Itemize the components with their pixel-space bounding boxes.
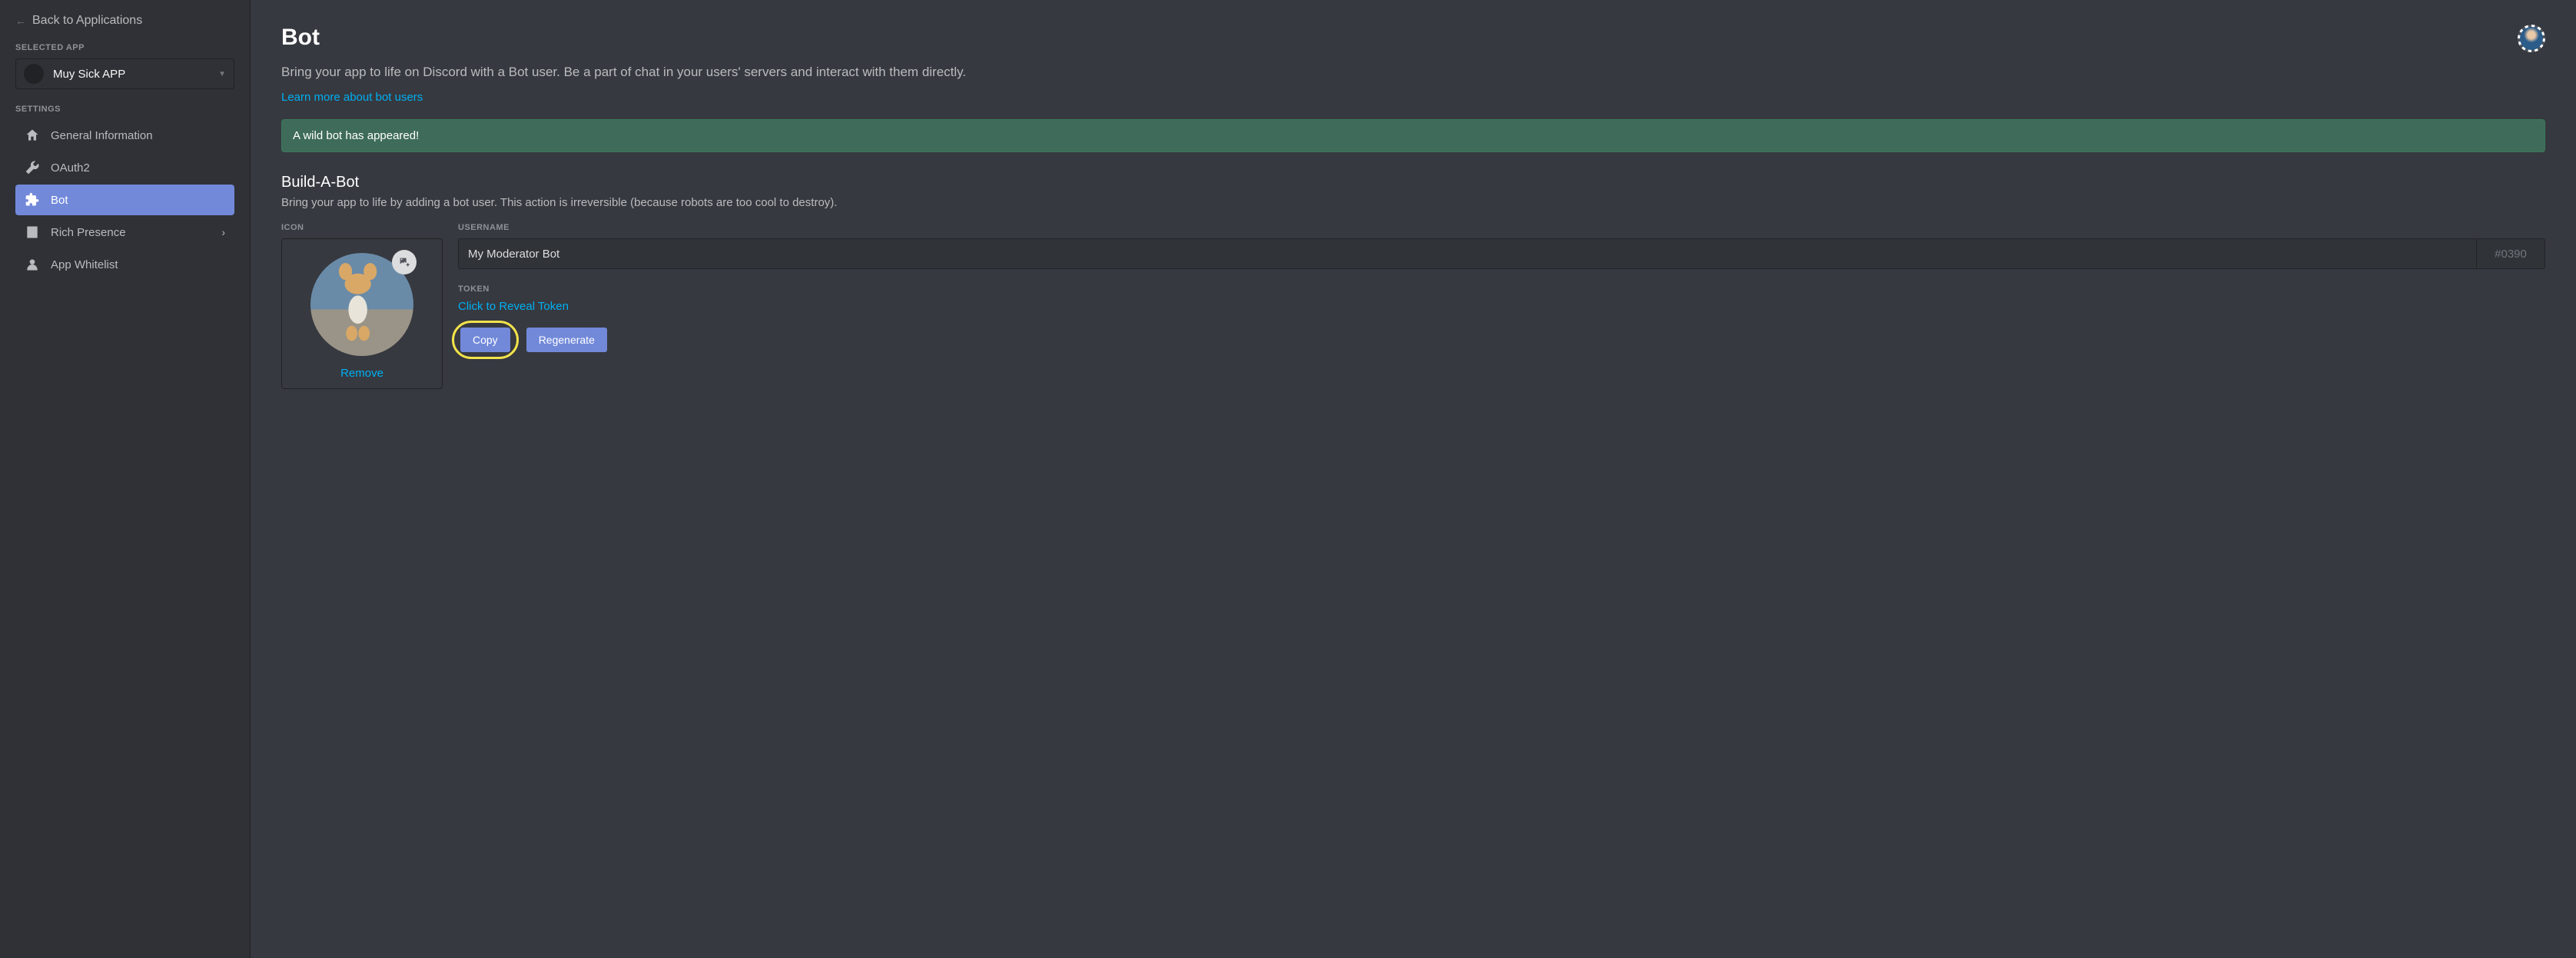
copy-button-highlight: Copy xyxy=(452,321,519,359)
back-label: Back to Applications xyxy=(32,14,142,28)
wrench-icon xyxy=(25,160,40,175)
home-icon xyxy=(25,128,40,143)
person-icon xyxy=(25,257,40,272)
upload-image-icon xyxy=(398,256,410,268)
nav-label: General Information xyxy=(51,129,225,142)
discriminator-display: #0390 xyxy=(2476,238,2545,269)
app-avatar-icon xyxy=(24,64,44,84)
arrow-left-icon: ← xyxy=(15,15,26,27)
copy-token-button[interactable]: Copy xyxy=(460,328,510,352)
build-a-bot-description: Bring your app to life by adding a bot u… xyxy=(281,196,2545,209)
page-title: Bot xyxy=(281,25,320,51)
user-avatar[interactable] xyxy=(2518,25,2545,52)
build-a-bot-title: Build-A-Bot xyxy=(281,174,2545,191)
sidebar: ← Back to Applications SELECTED APP Muy … xyxy=(0,0,251,958)
bot-avatar-wrap[interactable] xyxy=(310,253,413,356)
success-banner: A wild bot has appeared! xyxy=(281,119,2545,152)
token-field-label: TOKEN xyxy=(458,284,2545,294)
right-column: USERNAME #0390 TOKEN Click to Reveal Tok… xyxy=(458,223,2545,359)
page-description: Bring your app to life on Discord with a… xyxy=(281,65,2545,80)
learn-more-link[interactable]: Learn more about bot users xyxy=(281,91,423,104)
nav-item-general-information[interactable]: General Information xyxy=(15,120,234,151)
username-input[interactable] xyxy=(458,238,2476,269)
nav-item-app-whitelist[interactable]: App Whitelist xyxy=(15,249,234,280)
chevron-down-icon: ▼ xyxy=(218,70,226,78)
settings-nav: General Information OAuth2 Bot Rich Pres… xyxy=(15,120,234,280)
nav-label: Bot xyxy=(51,194,225,207)
remove-icon-link[interactable]: Remove xyxy=(340,367,383,380)
chevron-right-icon: › xyxy=(221,226,225,238)
back-to-applications-link[interactable]: ← Back to Applications xyxy=(15,14,234,28)
nav-label: OAuth2 xyxy=(51,161,225,175)
reveal-token-link[interactable]: Click to Reveal Token xyxy=(458,300,569,313)
icon-column: ICON Remove xyxy=(281,223,443,389)
nav-item-oauth2[interactable]: OAuth2 xyxy=(15,152,234,183)
nav-label: App Whitelist xyxy=(51,258,225,271)
settings-label: SETTINGS xyxy=(15,105,234,114)
upload-image-badge[interactable] xyxy=(392,250,417,274)
main-content: Bot Bring your app to life on Discord wi… xyxy=(251,0,2576,958)
app-selector-dropdown[interactable]: Muy Sick APP ▼ xyxy=(15,58,234,89)
regenerate-token-button[interactable]: Regenerate xyxy=(526,328,607,352)
username-field-label: USERNAME xyxy=(458,223,2545,232)
selected-app-label: SELECTED APP xyxy=(15,43,234,52)
puzzle-icon xyxy=(25,192,40,208)
nav-item-rich-presence[interactable]: Rich Presence › xyxy=(15,217,234,248)
nav-label: Rich Presence xyxy=(51,226,211,239)
nav-item-bot[interactable]: Bot xyxy=(15,185,234,215)
selected-app-name: Muy Sick APP xyxy=(53,68,218,81)
icon-upload-box: Remove xyxy=(281,238,443,389)
icon-field-label: ICON xyxy=(281,223,443,232)
avatar-image xyxy=(2520,27,2543,50)
document-icon xyxy=(25,225,40,240)
banner-text: A wild bot has appeared! xyxy=(293,129,419,142)
